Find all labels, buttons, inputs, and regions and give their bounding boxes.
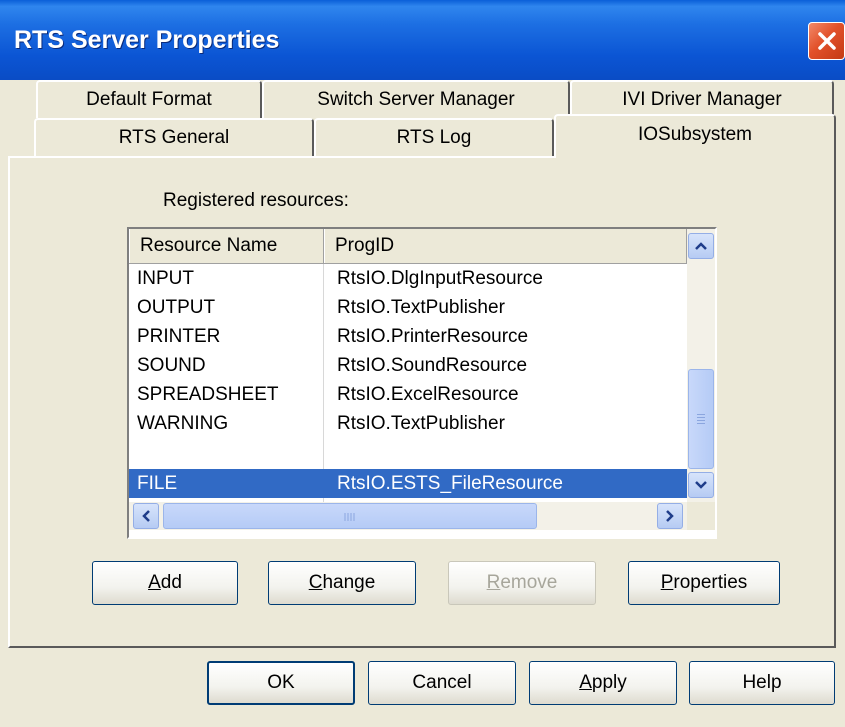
- resource-progid: RtsIO.TextPublisher: [337, 413, 505, 434]
- tab-label: Default Format: [86, 89, 212, 110]
- mnemonic: C: [308, 572, 323, 593]
- button-label: dd: [160, 572, 182, 593]
- close-icon: [818, 32, 836, 50]
- resource-name: FILE: [137, 473, 178, 494]
- vertical-scroll-thumb[interactable]: [688, 369, 714, 469]
- tab-default-format[interactable]: Default Format: [36, 80, 262, 118]
- list-header: Resource Name ProgID: [129, 229, 687, 264]
- mnemonic: A: [579, 672, 592, 693]
- resources-list[interactable]: Resource Name ProgID INPUT RtsIO.DlgInpu…: [127, 227, 717, 539]
- button-label: hange: [322, 572, 376, 593]
- vertical-scrollbar[interactable]: [687, 229, 715, 502]
- add-button[interactable]: Add: [92, 561, 238, 605]
- button-label: roperties: [673, 572, 748, 593]
- tab-label: Switch Server Manager: [317, 89, 515, 110]
- list-item-selected[interactable]: FILE RtsIO.ESTS_FileResource: [129, 469, 687, 498]
- grip-line: [697, 423, 705, 424]
- resource-name: PRINTER: [137, 326, 221, 347]
- list-item[interactable]: OUTPUT RtsIO.TextPublisher: [129, 293, 687, 322]
- horizontal-scrollbar[interactable]: [129, 502, 687, 530]
- tab-label: IVI Driver Manager: [622, 89, 782, 110]
- tab-label: RTS Log: [396, 127, 472, 148]
- title-bar[interactable]: RTS Server Properties: [0, 0, 845, 80]
- tab-rts-log[interactable]: RTS Log: [314, 118, 554, 156]
- grip-line: [697, 420, 705, 421]
- horizontal-scroll-thumb[interactable]: [163, 503, 537, 529]
- resource-name: OUTPUT: [137, 297, 216, 318]
- tab-label: IOSubsystem: [637, 124, 753, 145]
- scroll-left-button[interactable]: [133, 503, 159, 529]
- resource-progid: RtsIO.SoundResource: [337, 355, 528, 376]
- chevron-left-icon: [142, 510, 150, 522]
- properties-button[interactable]: Properties: [628, 561, 780, 605]
- mnemonic: P: [660, 572, 674, 593]
- list-item[interactable]: WARNING RtsIO.TextPublisher: [129, 409, 687, 438]
- button-label: Help: [742, 672, 782, 693]
- ok-button[interactable]: OK: [207, 661, 355, 705]
- tab-switch-server-manager[interactable]: Switch Server Manager: [262, 80, 570, 118]
- window-title: RTS Server Properties: [14, 26, 280, 54]
- button-label: OK: [267, 672, 295, 693]
- scroll-up-button[interactable]: [688, 233, 714, 259]
- resource-name: SPREADSHEET: [137, 384, 279, 405]
- list-item[interactable]: SPREADSHEET RtsIO.ExcelResource: [129, 380, 687, 409]
- button-label: emove: [500, 572, 558, 593]
- resource-progid: RtsIO.ExcelResource: [337, 384, 519, 405]
- grip-icon: [344, 513, 355, 521]
- chevron-right-icon: [666, 510, 674, 522]
- chevron-up-icon: [695, 242, 707, 250]
- tab-label: RTS General: [118, 127, 230, 148]
- resource-progid: RtsIO.PrinterResource: [337, 326, 529, 347]
- mnemonic: A: [148, 572, 161, 593]
- resource-name: WARNING: [137, 413, 229, 434]
- remove-button: Remove: [448, 561, 596, 605]
- column-label: Resource Name: [140, 235, 278, 256]
- mnemonic: R: [486, 572, 501, 593]
- tab-rts-general[interactable]: RTS General: [34, 118, 314, 156]
- apply-button[interactable]: Apply: [529, 661, 677, 705]
- cancel-button[interactable]: Cancel: [368, 661, 516, 705]
- list-item[interactable]: [129, 438, 687, 467]
- grip-line: [697, 417, 705, 418]
- resource-progid: RtsIO.DlgInputResource: [337, 268, 543, 289]
- resource-progid: RtsIO.TextPublisher: [337, 297, 505, 318]
- column-header-progid[interactable]: ProgID: [324, 229, 687, 263]
- list-item[interactable]: INPUT RtsIO.DlgInputResource: [129, 264, 687, 293]
- list-item[interactable]: SOUND RtsIO.SoundResource: [129, 351, 687, 380]
- help-button[interactable]: Help: [689, 661, 835, 705]
- grip-line: [697, 414, 705, 415]
- registered-resources-label: Registered resources:: [163, 190, 349, 211]
- scroll-right-button[interactable]: [657, 503, 683, 529]
- resource-name: INPUT: [137, 268, 194, 289]
- scroll-down-button[interactable]: [688, 472, 714, 498]
- tab-iosubsystem[interactable]: IOSubsystem: [554, 114, 836, 158]
- chevron-down-icon: [695, 481, 707, 489]
- column-label: ProgID: [335, 235, 395, 256]
- button-label: pply: [591, 672, 627, 693]
- list-item[interactable]: PRINTER RtsIO.PrinterResource: [129, 322, 687, 351]
- scrollbar-corner: [687, 502, 715, 530]
- tab-ivi-driver-manager[interactable]: IVI Driver Manager: [570, 80, 834, 118]
- resource-progid: RtsIO.ESTS_FileResource: [337, 473, 563, 494]
- list-rows: INPUT RtsIO.DlgInputResource OUTPUT RtsI…: [129, 264, 687, 498]
- button-label: Cancel: [412, 672, 472, 693]
- resource-name: SOUND: [137, 355, 206, 376]
- change-button[interactable]: Change: [268, 561, 416, 605]
- column-header-resource-name[interactable]: Resource Name: [129, 229, 324, 263]
- close-button[interactable]: [808, 22, 845, 60]
